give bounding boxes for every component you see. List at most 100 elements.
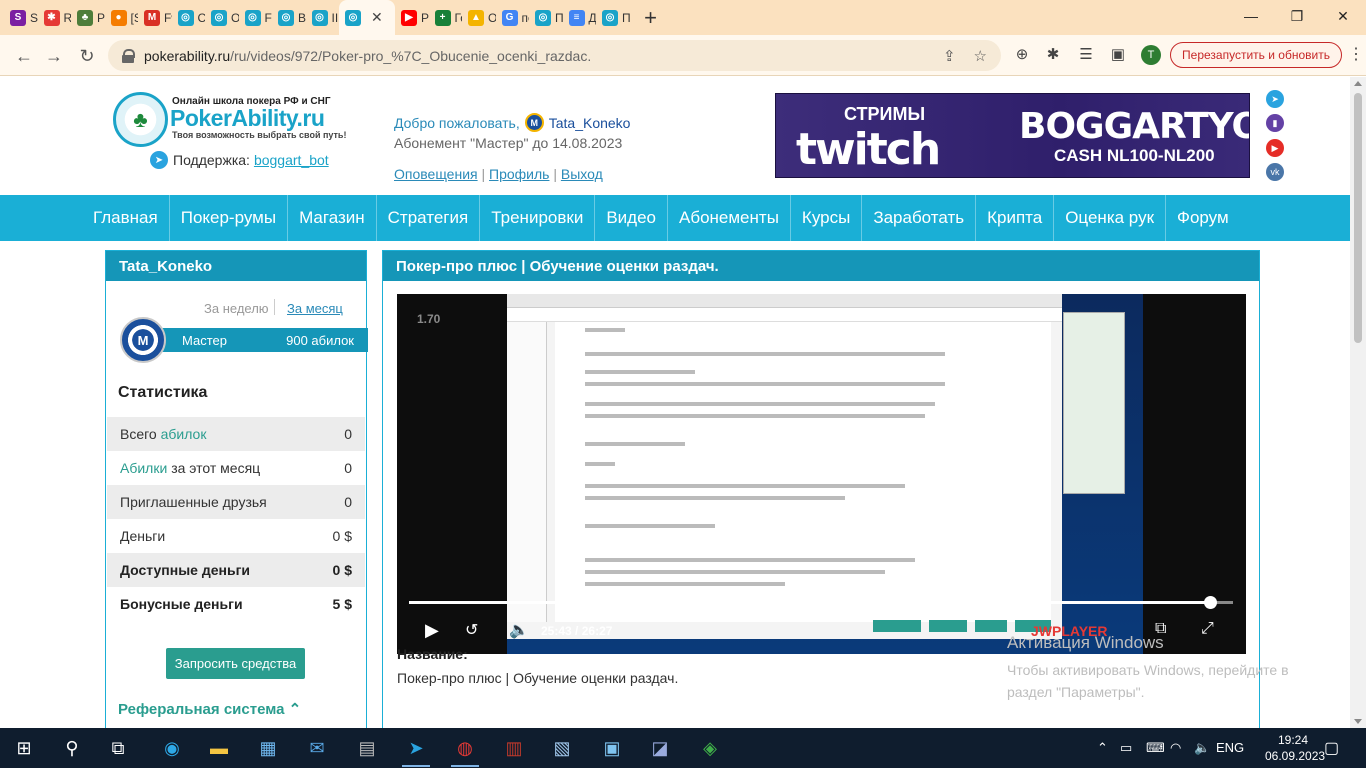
nav-item[interactable]: Видео bbox=[595, 195, 668, 241]
nav-item[interactable]: Крипта bbox=[976, 195, 1055, 241]
scroll-up-icon[interactable] bbox=[1354, 81, 1362, 86]
browser-tab[interactable]: ◎Стр bbox=[172, 0, 205, 35]
volume-tray-icon[interactable]: 🔈 bbox=[1194, 740, 1210, 756]
browser-tab[interactable]: +Гот bbox=[429, 0, 462, 35]
store-icon[interactable]: ▦ bbox=[254, 734, 282, 762]
notification-center-icon[interactable]: ▢ bbox=[1324, 738, 1339, 758]
bookmark-star-icon[interactable]: ☆ bbox=[974, 47, 987, 65]
new-tab-button[interactable]: + bbox=[636, 0, 666, 35]
globe-extension-icon[interactable]: ⊕ bbox=[1012, 44, 1032, 64]
telegram-social-icon[interactable]: ➤ bbox=[1266, 90, 1284, 108]
video-player[interactable]: 1.70 ▶ ↺ 🔈 25:43 / 26:27 JWPLAYER ⧉ ⤢ bbox=[397, 294, 1246, 654]
nav-item[interactable]: Форум bbox=[1166, 195, 1240, 241]
close-window-icon[interactable]: ✕ bbox=[1320, 0, 1366, 32]
logout-link[interactable]: Выход bbox=[561, 166, 603, 182]
nav-item[interactable]: Главная bbox=[82, 195, 170, 241]
browser-tab[interactable]: ▶ Pok bbox=[395, 0, 429, 35]
url-text[interactable]: pokerability.ru/ru/videos/972/Poker-pro_… bbox=[144, 48, 591, 64]
windows-start-icon[interactable]: ⊞ bbox=[10, 734, 38, 762]
support-bot-link[interactable]: boggart_bot bbox=[254, 152, 329, 168]
rewind-10-icon[interactable]: ↺ bbox=[465, 620, 478, 640]
reload-icon[interactable]: ↻ bbox=[75, 44, 99, 68]
back-icon[interactable]: ← bbox=[12, 44, 36, 68]
nav-item[interactable]: Заработать bbox=[862, 195, 977, 241]
forward-icon[interactable]: → bbox=[42, 44, 66, 68]
language-indicator[interactable]: ENG bbox=[1216, 740, 1244, 755]
page-scrollbar[interactable] bbox=[1350, 77, 1366, 728]
request-funds-button[interactable]: Запросить средства bbox=[166, 648, 305, 679]
logo-icon[interactable]: ♣ bbox=[113, 92, 168, 147]
search-icon[interactable]: ⚲ bbox=[58, 734, 86, 762]
browser-tab[interactable]: ≡ДЗ bbox=[563, 0, 596, 35]
nav-item[interactable]: Стратегия bbox=[377, 195, 481, 241]
profile-link[interactable]: Профиль bbox=[489, 166, 549, 182]
calculator-icon[interactable]: ▤ bbox=[353, 734, 381, 762]
notes-icon[interactable]: ◪ bbox=[646, 734, 674, 762]
browser-tab[interactable]: ◎ Ви bbox=[272, 0, 306, 35]
browser-tab[interactable]: ●[SV bbox=[105, 0, 138, 35]
scroll-down-icon[interactable] bbox=[1354, 719, 1362, 724]
twitch-social-icon[interactable]: ▮ bbox=[1266, 114, 1284, 132]
remote-desktop-icon[interactable]: ▣ bbox=[598, 734, 626, 762]
lock-icon[interactable] bbox=[122, 48, 135, 63]
browser-tab[interactable]: Gпер bbox=[496, 0, 529, 35]
volume-icon[interactable]: 🔈 bbox=[509, 620, 529, 640]
restore-icon[interactable]: ❐ bbox=[1274, 0, 1320, 32]
profile-avatar[interactable]: T bbox=[1141, 45, 1161, 65]
video-progress-knob[interactable] bbox=[1203, 596, 1217, 609]
period-month-tab[interactable]: За месяц bbox=[287, 301, 343, 316]
tray-keyboard-icon[interactable]: ⌨ bbox=[1146, 740, 1165, 756]
browser-tab[interactable]: ◎ По bbox=[529, 0, 563, 35]
share-icon[interactable]: ⇪ bbox=[943, 47, 956, 65]
minimize-icon[interactable]: — bbox=[1228, 0, 1274, 32]
logo-name[interactable]: PokerAbility.ru bbox=[170, 105, 325, 132]
notifications-link[interactable]: Оповещения bbox=[394, 166, 478, 182]
username-link[interactable]: Tata_Koneko bbox=[549, 115, 631, 131]
tray-chevron-icon[interactable]: ⌃ bbox=[1097, 740, 1108, 756]
browser-tab[interactable]: ◎ ✕ bbox=[339, 0, 395, 35]
scroll-thumb[interactable] bbox=[1354, 93, 1362, 343]
browser-tab[interactable]: ▲ Об bbox=[462, 0, 496, 35]
relaunch-update-button[interactable]: Перезапустить и обновить bbox=[1170, 42, 1342, 68]
browser-tab[interactable]: ◎Flo bbox=[239, 0, 272, 35]
nav-item[interactable]: Курсы bbox=[791, 195, 863, 241]
browser-tab[interactable]: ✱Rec bbox=[38, 0, 71, 35]
abilki-link[interactable]: абилок bbox=[161, 426, 207, 442]
nav-item[interactable]: Оценка рук bbox=[1054, 195, 1167, 241]
vk-social-icon[interactable]: vk bbox=[1266, 163, 1284, 181]
tray-device-icon[interactable]: ▭ bbox=[1120, 740, 1132, 756]
referral-system-toggle[interactable]: Реферальная система ⌃ bbox=[118, 700, 301, 718]
side-panel-icon[interactable]: ▣ bbox=[1108, 44, 1128, 64]
video-progress-bar[interactable] bbox=[409, 596, 1233, 609]
browser-tab[interactable]: S Skr bbox=[4, 0, 38, 35]
taskbar-clock[interactable]: 19:24 06.09.2023 bbox=[1265, 732, 1325, 764]
close-tab-icon[interactable]: ✕ bbox=[371, 9, 383, 26]
nav-item[interactable]: Покер-румы bbox=[170, 195, 289, 241]
browser-tab[interactable]: ◎ II bbox=[306, 0, 340, 35]
browser-tab[interactable]: ♣ Рез bbox=[71, 0, 105, 35]
chrome-icon[interactable]: ◍ bbox=[451, 734, 479, 762]
winrar-icon[interactable]: ▥ bbox=[500, 734, 528, 762]
mail-icon[interactable]: ✉ bbox=[303, 734, 331, 762]
abilki-link[interactable]: Абилки bbox=[120, 460, 167, 476]
browser-tab[interactable]: ◎ Оп bbox=[205, 0, 239, 35]
browser-tab[interactable]: ◎ По bbox=[596, 0, 630, 35]
paint-icon[interactable]: ▧ bbox=[548, 734, 576, 762]
menu-kebab-icon[interactable]: ⋮ bbox=[1348, 44, 1364, 64]
address-bar[interactable]: pokerability.ru/ru/videos/972/Poker-pro_… bbox=[108, 40, 1001, 71]
play-icon[interactable]: ▶ bbox=[425, 620, 439, 641]
browser-tab[interactable]: M Fwc bbox=[138, 0, 172, 35]
file-explorer-icon[interactable]: ▬ bbox=[205, 734, 233, 762]
edge-icon[interactable]: ◉ bbox=[158, 734, 186, 762]
twitch-stream-banner[interactable]: СТРИМЫ twitch BOGGARTYORK CASH NL100-NL2… bbox=[775, 93, 1250, 178]
nav-item[interactable]: Магазин bbox=[288, 195, 377, 241]
puzzle-extensions-icon[interactable]: ✱ bbox=[1043, 44, 1063, 64]
reading-list-icon[interactable]: ☰ bbox=[1076, 44, 1096, 64]
telegram-taskbar-icon[interactable]: ➤ bbox=[402, 734, 430, 762]
nav-item[interactable]: Тренировки bbox=[480, 195, 596, 241]
poker-client-icon[interactable]: ◈ bbox=[696, 734, 724, 762]
task-view-icon[interactable]: ⧉ bbox=[104, 734, 132, 762]
wifi-icon[interactable]: ◠ bbox=[1170, 740, 1181, 756]
period-week-tab[interactable]: За неделю bbox=[204, 301, 269, 316]
nav-item[interactable]: Абонементы bbox=[668, 195, 791, 241]
